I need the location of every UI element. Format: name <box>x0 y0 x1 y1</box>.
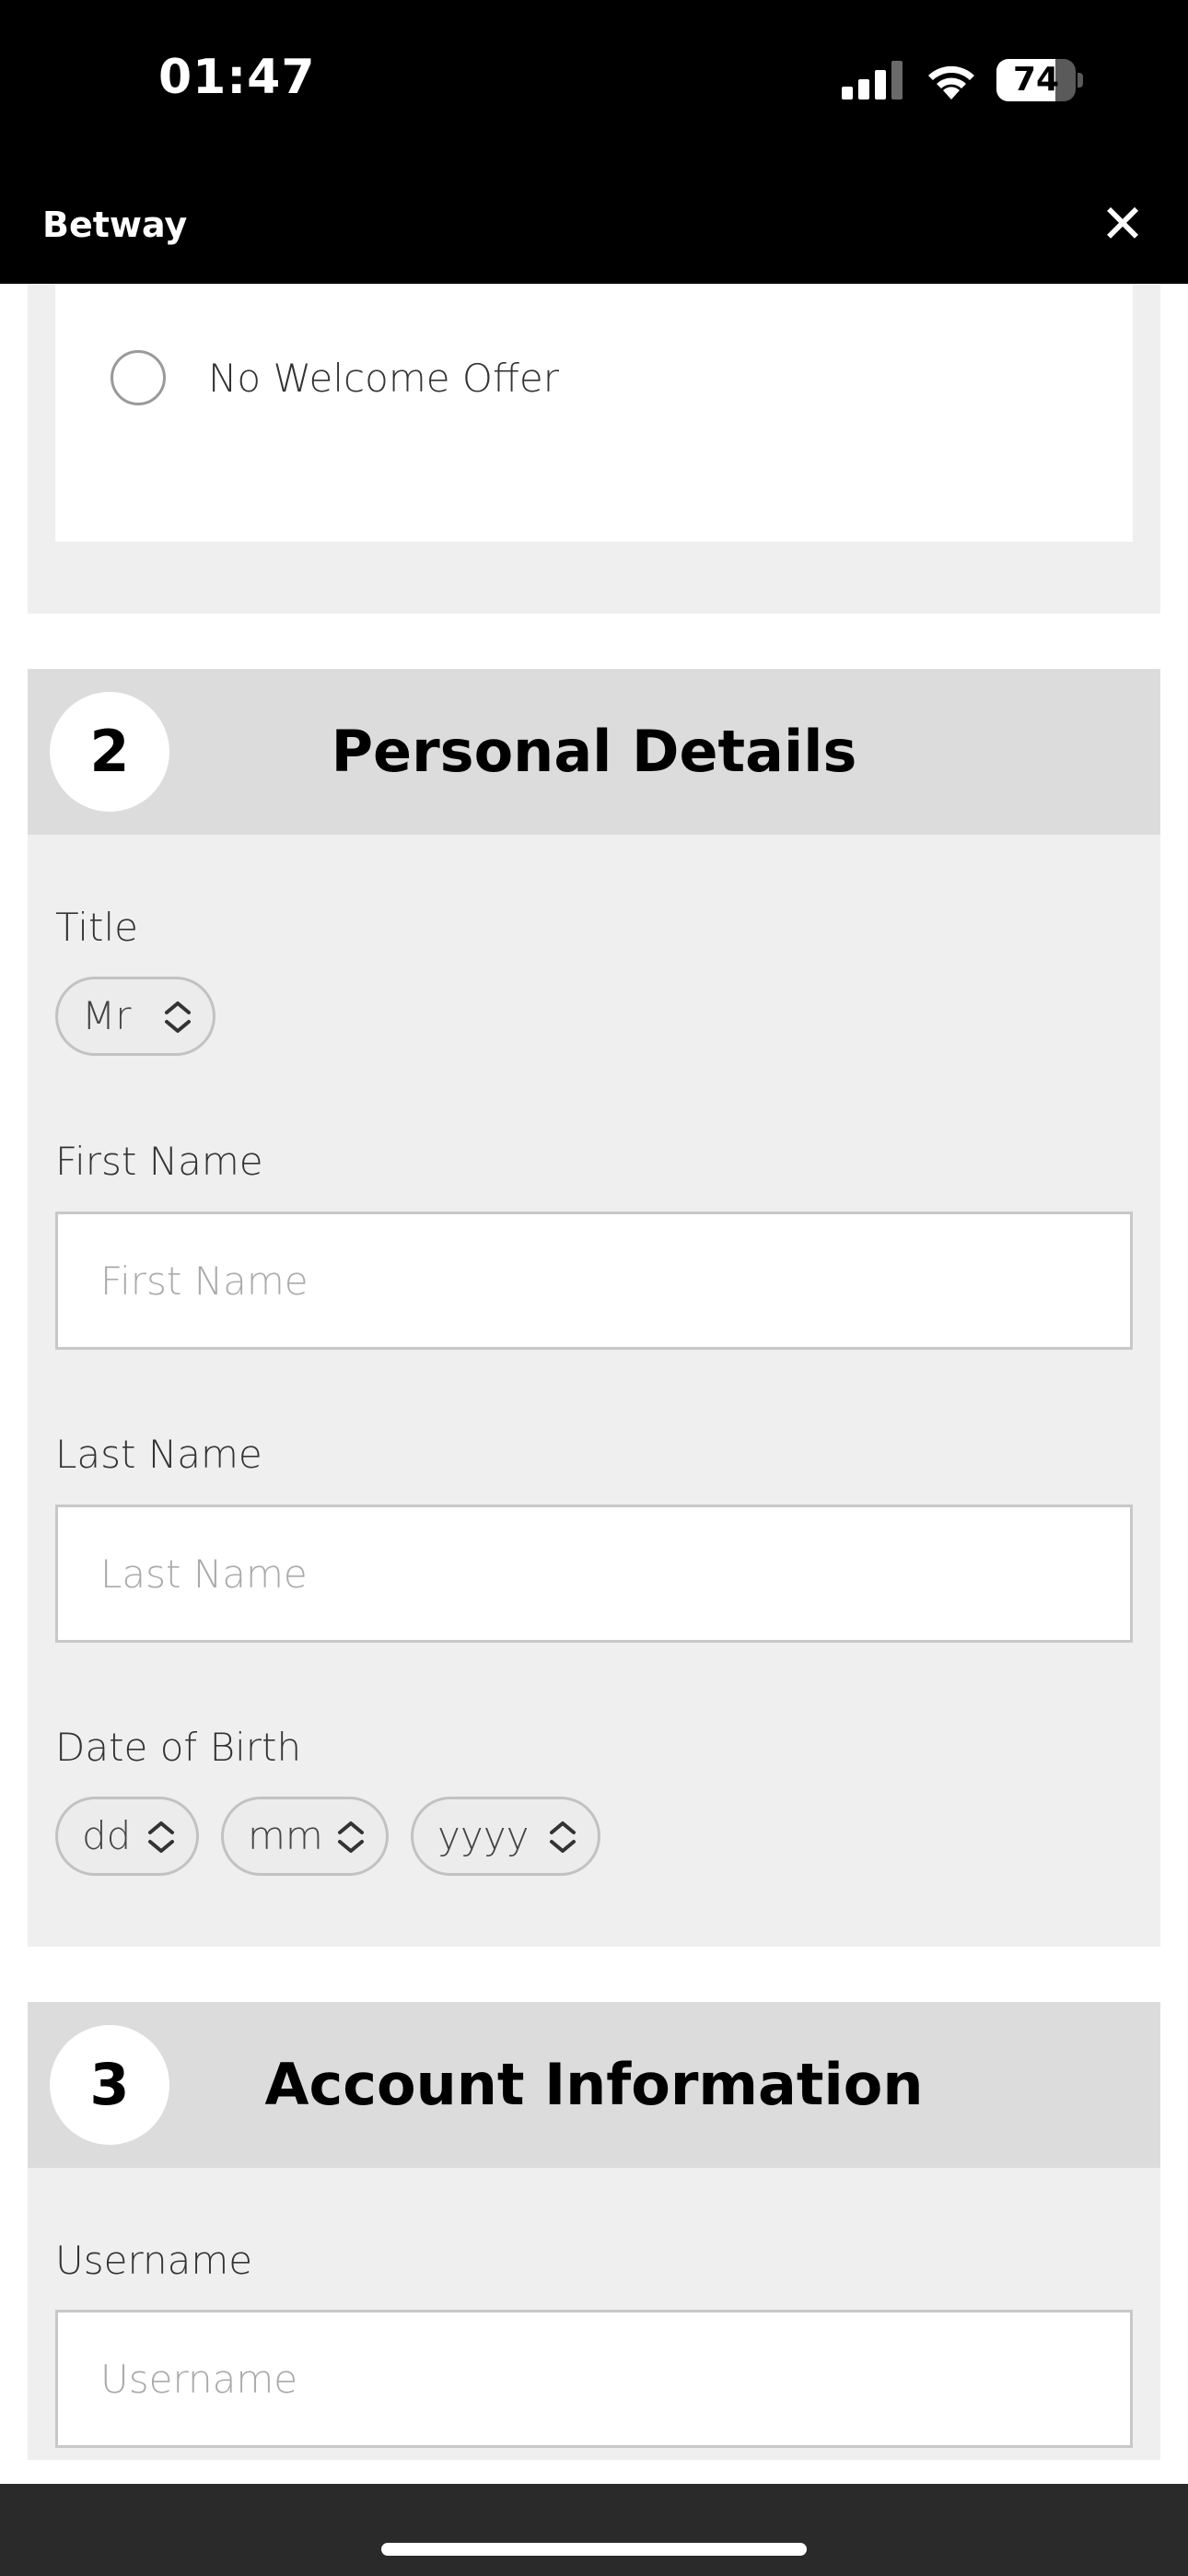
status-bar: 01:47 74 <box>0 0 1188 162</box>
first-name-label: First Name <box>55 1139 263 1184</box>
chevron-updown-icon <box>550 1821 576 1853</box>
battery-body: 74 <box>996 59 1076 101</box>
last-name-label: Last Name <box>55 1432 262 1477</box>
status-time: 01:47 <box>158 50 316 105</box>
personal-details-section: Personal Details 2 Title Mr First Name L… <box>28 669 1160 1947</box>
registration-page: 01:47 74 Betway ✕ No Welcome Offer Perso… <box>0 0 1188 2576</box>
dob-year-select[interactable]: yyyy <box>411 1797 600 1876</box>
form-content[interactable]: No Welcome Offer Personal Details 2 Titl… <box>0 284 1188 2460</box>
title-label: Title <box>55 905 139 950</box>
welcome-offer-card: No Welcome Offer <box>55 284 1133 542</box>
battery-cap <box>1077 73 1083 88</box>
last-name-input[interactable] <box>55 1505 1133 1643</box>
app-title: Betway <box>42 205 188 245</box>
step-badge: 2 <box>50 692 169 812</box>
step-badge: 3 <box>50 2025 169 2145</box>
home-indicator[interactable] <box>381 2543 807 2556</box>
title-select[interactable]: Mr <box>55 977 215 1056</box>
personal-details-header: Personal Details 2 <box>28 669 1160 835</box>
dob-day-select[interactable]: dd <box>55 1797 199 1876</box>
welcome-offer-section: No Welcome Offer <box>28 284 1160 614</box>
section-title: Personal Details <box>331 718 857 785</box>
section-title: Account Information <box>264 2051 924 2118</box>
title-select-value: Mr <box>82 993 132 1038</box>
account-information-section: Account Information 3 Username <box>28 2002 1160 2460</box>
home-indicator-area <box>0 2484 1188 2576</box>
dob-day-value: dd <box>82 1813 132 1858</box>
account-information-header: Account Information 3 <box>28 2002 1160 2168</box>
chevron-updown-icon <box>148 1821 174 1853</box>
battery-level: 74 <box>1012 61 1060 99</box>
cellular-signal-icon <box>842 61 903 100</box>
first-name-input[interactable] <box>55 1212 1133 1350</box>
dob-label: Date of Birth <box>55 1725 302 1770</box>
dob-month-value: mm <box>248 1813 323 1858</box>
no-welcome-offer-radio[interactable] <box>111 350 166 405</box>
wifi-icon <box>928 65 974 100</box>
no-welcome-offer-label[interactable]: No Welcome Offer <box>208 356 559 401</box>
dob-month-select[interactable]: mm <box>221 1797 389 1876</box>
username-label: Username <box>55 2238 253 2283</box>
chevron-updown-icon <box>338 1821 364 1853</box>
dob-year-value: yyyy <box>437 1813 530 1858</box>
chevron-updown-icon <box>165 1001 191 1033</box>
app-header: Betway ✕ <box>0 162 1188 284</box>
close-icon[interactable]: ✕ <box>1096 197 1149 251</box>
username-input[interactable] <box>55 2310 1133 2448</box>
battery-indicator: 74 <box>996 59 1083 101</box>
